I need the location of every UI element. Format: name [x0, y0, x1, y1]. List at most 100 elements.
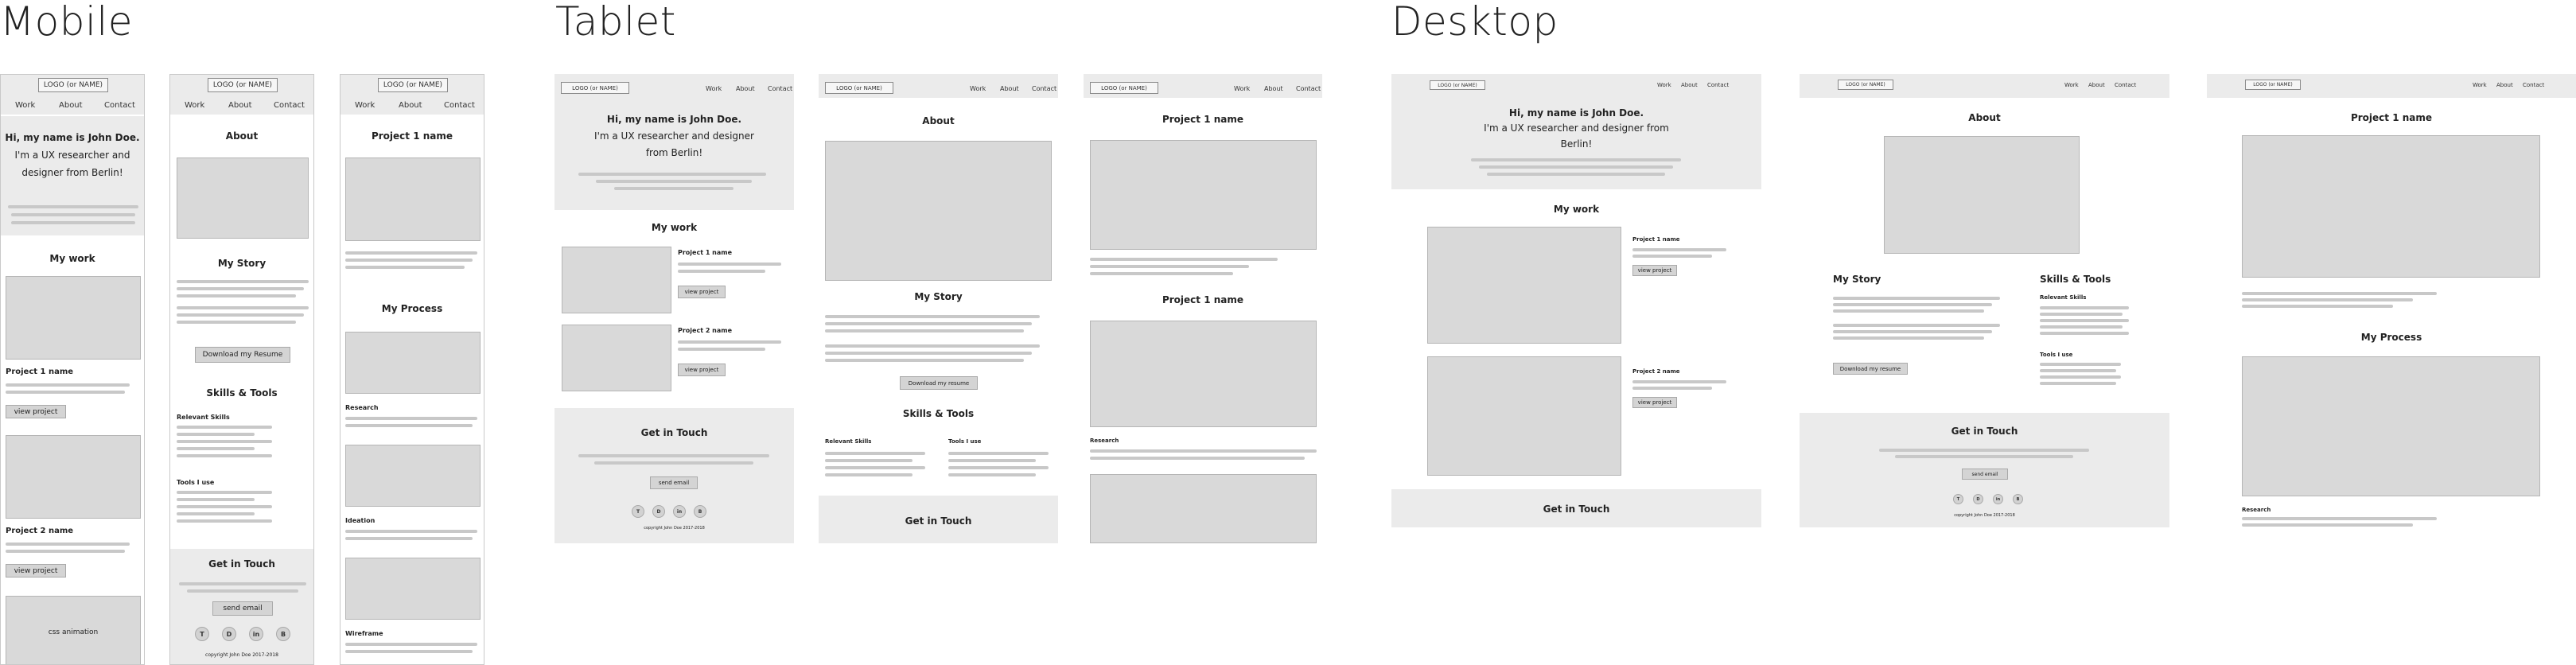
hero-name: Hi, my name is John Doe. [1508, 107, 1644, 119]
text-line [177, 512, 255, 515]
behance-icon[interactable]: B [694, 505, 706, 518]
nav-about[interactable]: About [228, 101, 252, 110]
text-line [345, 537, 473, 540]
text-line [596, 180, 752, 183]
dribbble-icon[interactable]: D [652, 505, 665, 518]
logo[interactable]: LOGO (or NAME) [825, 82, 893, 94]
nav-work[interactable]: Work [1657, 82, 1671, 88]
text-line [2040, 313, 2123, 316]
project-image[interactable] [1427, 356, 1621, 476]
tools-label: Tools I use [177, 479, 215, 486]
nav-about[interactable]: About [1681, 82, 1698, 88]
nav-work[interactable]: Work [1234, 85, 1250, 92]
download-resume-button[interactable]: Download my resume [1833, 363, 1908, 375]
view-project-button[interactable]: view project [6, 564, 66, 578]
send-email-button[interactable]: send email [1962, 469, 2008, 480]
view-project-button[interactable]: view project [678, 364, 726, 376]
nav-about[interactable]: About [399, 101, 422, 110]
contact-section: Get in Touch [819, 496, 1058, 543]
logo[interactable]: LOGO (or NAME) [1838, 80, 1893, 90]
text-line [1090, 457, 1305, 460]
behance-icon[interactable]: B [276, 627, 290, 641]
get-in-touch-heading: Get in Touch [1543, 504, 1610, 515]
nav-contact[interactable]: Contact [1032, 85, 1056, 92]
nav-about[interactable]: About [2088, 82, 2105, 88]
nav-contact[interactable]: Contact [2115, 82, 2136, 88]
desktop-about-frame: LOGO (or NAME) Work About Contact About … [1800, 74, 2169, 527]
text-line [1487, 173, 1665, 176]
logo[interactable]: LOGO (or NAME) [208, 78, 278, 92]
download-resume-button[interactable]: Download my Resume [195, 347, 290, 363]
logo[interactable]: LOGO (or NAME) [1430, 80, 1485, 90]
project-image[interactable] [6, 276, 141, 360]
relevant-skills-label: Relevant Skills [177, 414, 230, 421]
nav-contact[interactable]: Contact [1296, 85, 1321, 92]
contact-section: Get in Touch [1391, 489, 1761, 527]
text-line [2040, 306, 2129, 309]
text-line [2242, 305, 2393, 308]
text-line [825, 452, 925, 455]
view-project-button[interactable]: view project [1632, 265, 1677, 276]
linkedin-icon[interactable]: in [249, 627, 263, 641]
twitter-icon[interactable]: T [1953, 494, 1963, 504]
text-line [2040, 382, 2116, 385]
dribbble-icon[interactable]: D [1973, 494, 1983, 504]
nav-contact[interactable]: Contact [2523, 82, 2544, 88]
process-image [1090, 474, 1317, 543]
nav-contact[interactable]: Contact [768, 85, 792, 92]
nav-contact[interactable]: Contact [104, 101, 135, 110]
get-in-touch-heading: Get in Touch [905, 515, 972, 527]
view-project-button[interactable]: view project [678, 286, 726, 298]
behance-icon[interactable]: B [2013, 494, 2023, 504]
text-line [1895, 455, 2073, 458]
nav-work[interactable]: Work [355, 101, 375, 110]
section-title-desktop: Desktop [1391, 0, 1558, 45]
logo[interactable]: LOGO (or NAME) [38, 78, 108, 92]
logo[interactable]: LOGO (or NAME) [378, 78, 448, 92]
nav-about[interactable]: About [2496, 82, 2513, 88]
my-work-heading: My work [49, 253, 95, 264]
text-line [177, 280, 309, 283]
nav-work[interactable]: Work [15, 101, 35, 110]
nav-about[interactable]: About [59, 101, 83, 110]
ideation-label: Ideation [345, 517, 376, 524]
header: LOGO (or NAME) Work About Contact [555, 74, 794, 98]
my-story-heading: My Story [1833, 274, 1881, 285]
download-resume-button[interactable]: Download my resume [900, 376, 978, 390]
view-project-button[interactable]: view project [1632, 397, 1677, 408]
nav-work[interactable]: Work [970, 85, 986, 92]
header: LOGO (or NAME) Work About Contact [2207, 74, 2576, 98]
nav-work[interactable]: Work [706, 85, 722, 92]
linkedin-icon[interactable]: in [673, 505, 686, 518]
nav-about[interactable]: About [1000, 85, 1019, 92]
twitter-icon[interactable]: T [632, 505, 644, 518]
project-hero-image [2242, 135, 2540, 278]
contact-section: Get in Touch send email T D in B copyrig… [170, 549, 313, 664]
project-image[interactable] [562, 247, 671, 313]
twitter-icon[interactable]: T [195, 627, 209, 641]
project-image[interactable] [6, 435, 141, 519]
project-image[interactable] [562, 325, 671, 391]
dribbble-icon[interactable]: D [222, 627, 236, 641]
my-story-heading: My Story [217, 258, 267, 269]
logo[interactable]: LOGO (or NAME) [2245, 80, 2301, 90]
text-line [1833, 309, 1984, 313]
logo[interactable]: LOGO (or NAME) [1090, 82, 1158, 94]
text-line [2242, 292, 2437, 295]
nav-work[interactable]: Work [2473, 82, 2487, 88]
view-project-button[interactable]: view project [6, 405, 66, 418]
linkedin-icon[interactable]: in [1993, 494, 2003, 504]
nav-contact[interactable]: Contact [444, 101, 475, 110]
nav-work[interactable]: Work [185, 101, 204, 110]
nav-about[interactable]: About [736, 85, 755, 92]
project-image[interactable] [1427, 227, 1621, 344]
logo[interactable]: LOGO (or NAME) [561, 82, 629, 94]
header: LOGO (or NAME) Work About Contact [1800, 74, 2169, 98]
nav-contact[interactable]: Contact [1707, 82, 1729, 88]
send-email-button[interactable]: send email [650, 476, 698, 489]
send-email-button[interactable]: send email [212, 601, 273, 616]
nav-work[interactable]: Work [2064, 82, 2079, 88]
nav-about[interactable]: About [1264, 85, 1283, 92]
text-line [345, 643, 477, 646]
nav-contact[interactable]: Contact [274, 101, 305, 110]
